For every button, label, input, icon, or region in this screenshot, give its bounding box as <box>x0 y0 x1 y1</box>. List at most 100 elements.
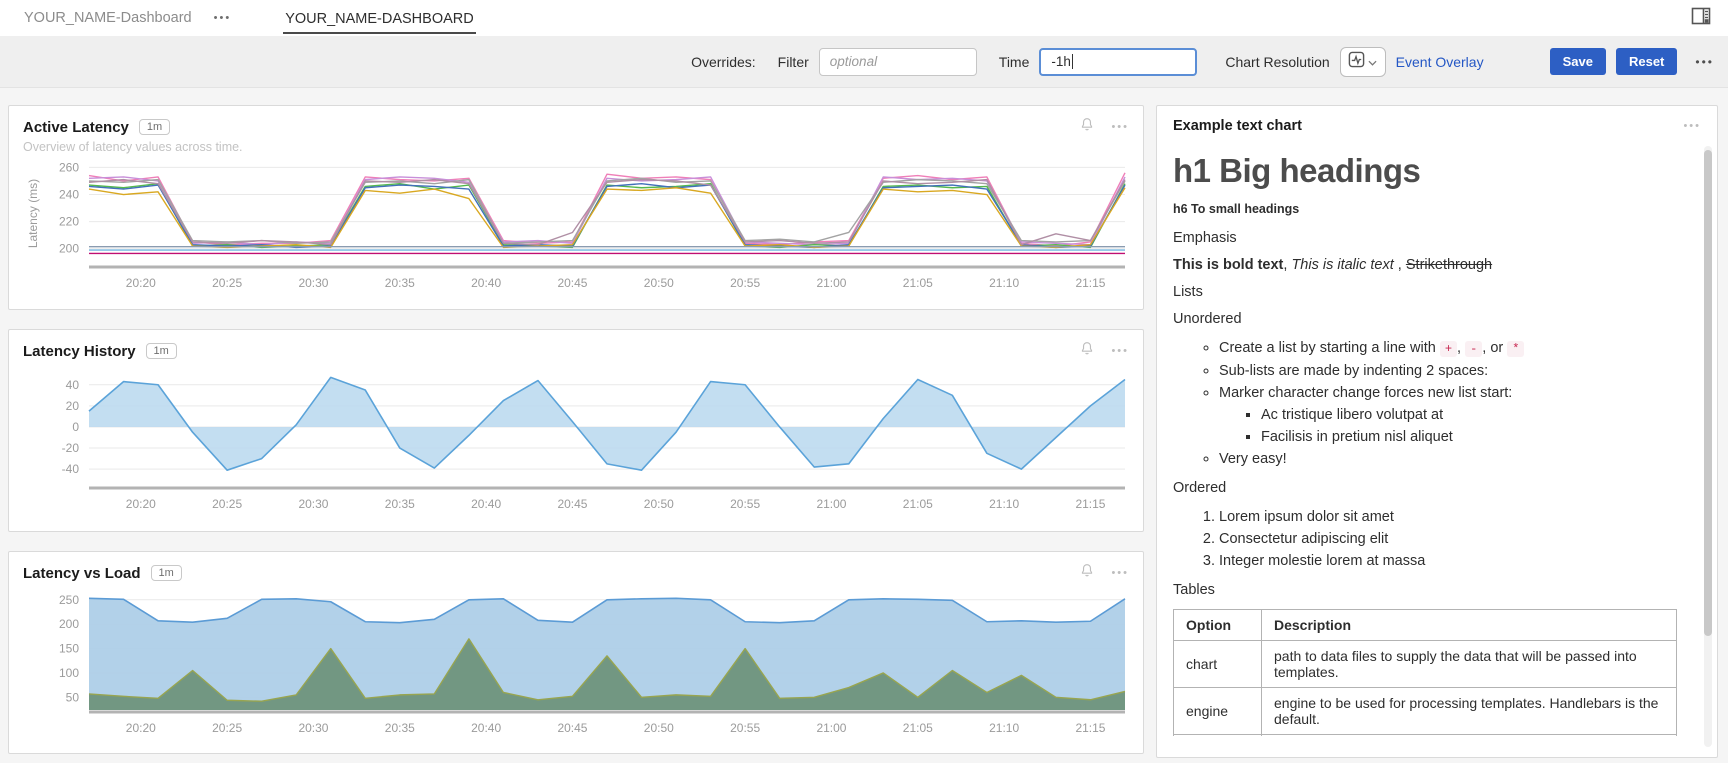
svg-text:240: 240 <box>59 188 79 202</box>
svg-text:21:05: 21:05 <box>903 721 933 735</box>
svg-text:260: 260 <box>59 160 79 174</box>
toggle-right-panel-button[interactable] <box>1690 6 1712 31</box>
svg-text:20:25: 20:25 <box>212 497 242 511</box>
table-row: chart path to data files to supply the d… <box>1174 641 1677 688</box>
svg-text:21:00: 21:00 <box>816 276 846 290</box>
bold-text: This is bold text <box>1173 257 1283 273</box>
chart-more-dots-icon[interactable]: ••• <box>1111 346 1129 357</box>
md-tables-heading: Tables <box>1173 582 1677 598</box>
cell-description: path to data files to supply the data th… <box>1262 641 1677 688</box>
unordered-list: Create a list by starting a line with +,… <box>1173 338 1677 469</box>
latency-vs-load-plot[interactable]: 5010015020025020:2020:2520:3020:3520:402… <box>23 588 1129 743</box>
svg-text:50: 50 <box>66 690 80 704</box>
svg-text:20:35: 20:35 <box>385 497 415 511</box>
svg-text:20:50: 20:50 <box>644 721 674 735</box>
svg-text:20:50: 20:50 <box>644 497 674 511</box>
svg-text:20:20: 20:20 <box>126 276 156 290</box>
separator: , <box>1394 257 1406 273</box>
list-item: Marker character change forces new list … <box>1219 383 1677 403</box>
pulse-chart-icon <box>1348 51 1365 73</box>
svg-text:21:10: 21:10 <box>989 276 1019 290</box>
chart-resolution-label: Chart Resolution <box>1225 54 1329 70</box>
ordered-list: Lorem ipsum dolor sit amet Consectetur a… <box>1173 507 1677 571</box>
overrides-toolbar: Overrides: Filter optional Time -1h Char… <box>0 36 1728 88</box>
md-lists-heading: Lists <box>1173 284 1677 300</box>
separator: , <box>1457 340 1461 356</box>
svg-text:20:35: 20:35 <box>385 276 415 290</box>
chart-more-dots-icon[interactable]: ••• <box>1111 568 1129 579</box>
svg-text:21:10: 21:10 <box>989 497 1019 511</box>
bell-icon[interactable] <box>1079 562 1095 584</box>
strikethrough-text: Strikethrough <box>1406 257 1492 273</box>
chart-title: Active Latency <box>23 119 129 136</box>
chart-resolution-dropdown[interactable] <box>1340 47 1386 77</box>
svg-text:100: 100 <box>59 666 79 680</box>
chart-title: Latency History <box>23 343 136 360</box>
save-button[interactable]: Save <box>1550 48 1606 75</box>
chart-subtitle: Overview of latency values across time. <box>23 140 1129 154</box>
markdown-content: h1 Big headings h6 To small headings Emp… <box>1173 136 1701 736</box>
toolbar-more-dots-icon[interactable]: ••• <box>1695 56 1714 68</box>
list-item: Lorem ipsum dolor sit amet <box>1219 507 1677 527</box>
svg-text:20:45: 20:45 <box>557 721 587 735</box>
resolution-badge: 1m <box>139 119 170 135</box>
latency-history-plot[interactable]: 40200-20-4020:2020:2520:3020:3520:4020:4… <box>23 366 1129 519</box>
chart-more-dots-icon[interactable]: ••• <box>1111 122 1129 133</box>
bell-icon[interactable] <box>1079 116 1095 138</box>
svg-text:220: 220 <box>59 215 79 229</box>
svg-text:20:25: 20:25 <box>212 721 242 735</box>
active-latency-plot[interactable]: 20022024026020:2020:2520:3020:3520:4020:… <box>23 158 1129 298</box>
cell-description <box>1262 735 1677 737</box>
list-item: Sub-lists are made by indenting 2 spaces… <box>1219 361 1677 381</box>
overrides-label: Overrides: <box>691 54 756 70</box>
dashboard-menu-dots-icon[interactable]: ••• <box>214 13 232 24</box>
bell-icon[interactable] <box>1079 340 1095 362</box>
list-item: Consectetur adipiscing elit <box>1219 529 1677 549</box>
list-item: Ac tristique libero volutpat at <box>1261 405 1677 425</box>
chevron-down-icon <box>1368 53 1377 71</box>
svg-text:21:00: 21:00 <box>816 497 846 511</box>
time-value: -1h <box>1051 54 1071 69</box>
list-item-text: Create a list by starting a line with <box>1219 340 1436 356</box>
text-chart-card: Example text chart ••• h1 Big headings h… <box>1156 105 1718 758</box>
code-minus: - <box>1465 341 1482 357</box>
panel-layout-icon <box>1690 6 1712 31</box>
dashboard-grid: Active Latency 1m ••• Overview of latenc… <box>0 88 1728 763</box>
svg-text:20:30: 20:30 <box>298 497 328 511</box>
svg-text:20:50: 20:50 <box>644 276 674 290</box>
list-item: Create a list by starting a line with +,… <box>1219 338 1677 359</box>
time-input[interactable]: -1h <box>1039 48 1197 76</box>
chart-card-latency-vs-load: Latency vs Load 1m ••• 5010015020025020:… <box>8 551 1144 754</box>
text-chart-title: Example text chart <box>1173 118 1302 134</box>
chart-title: Latency vs Load <box>23 565 141 582</box>
md-emphasis-line: This is bold text, This is italic text ,… <box>1173 257 1677 273</box>
cell-option: chart <box>1174 641 1262 688</box>
svg-text:20:40: 20:40 <box>471 276 501 290</box>
svg-text:21:15: 21:15 <box>1075 497 1105 511</box>
svg-text:21:15: 21:15 <box>1075 721 1105 735</box>
md-emphasis-heading: Emphasis <box>1173 230 1677 246</box>
chart-more-dots-icon[interactable]: ••• <box>1683 121 1701 132</box>
md-h6: h6 To small headings <box>1173 202 1677 216</box>
svg-text:21:15: 21:15 <box>1075 276 1105 290</box>
event-overlay-link[interactable]: Event Overlay <box>1396 54 1484 70</box>
reset-button[interactable]: Reset <box>1616 48 1677 75</box>
italic-text: This is italic text <box>1291 257 1393 273</box>
svg-text:20: 20 <box>66 399 80 413</box>
chart-card-latency-history: Latency History 1m ••• 40200-20-4020:202… <box>8 329 1144 532</box>
md-h1: h1 Big headings <box>1173 152 1677 190</box>
list-item: Facilisis in pretium nisl aliquet <box>1261 427 1677 447</box>
svg-text:20:20: 20:20 <box>126 497 156 511</box>
dashboard-group-title[interactable]: YOUR_NAME-Dashboard <box>24 10 192 26</box>
scrollbar-thumb[interactable] <box>1704 150 1712 636</box>
cell-description: engine to be used for processing templat… <box>1262 688 1677 735</box>
svg-text:20:55: 20:55 <box>730 497 760 511</box>
th-description: Description <box>1262 610 1677 641</box>
table-row: engine engine to be used for processing … <box>1174 688 1677 735</box>
svg-text:20:40: 20:40 <box>471 497 501 511</box>
filter-input[interactable]: optional <box>819 48 977 76</box>
tab-dashboard[interactable]: YOUR_NAME-DASHBOARD <box>283 3 476 34</box>
charts-column: Active Latency 1m ••• Overview of latenc… <box>8 105 1144 763</box>
svg-text:20:30: 20:30 <box>298 276 328 290</box>
svg-text:20:25: 20:25 <box>212 276 242 290</box>
